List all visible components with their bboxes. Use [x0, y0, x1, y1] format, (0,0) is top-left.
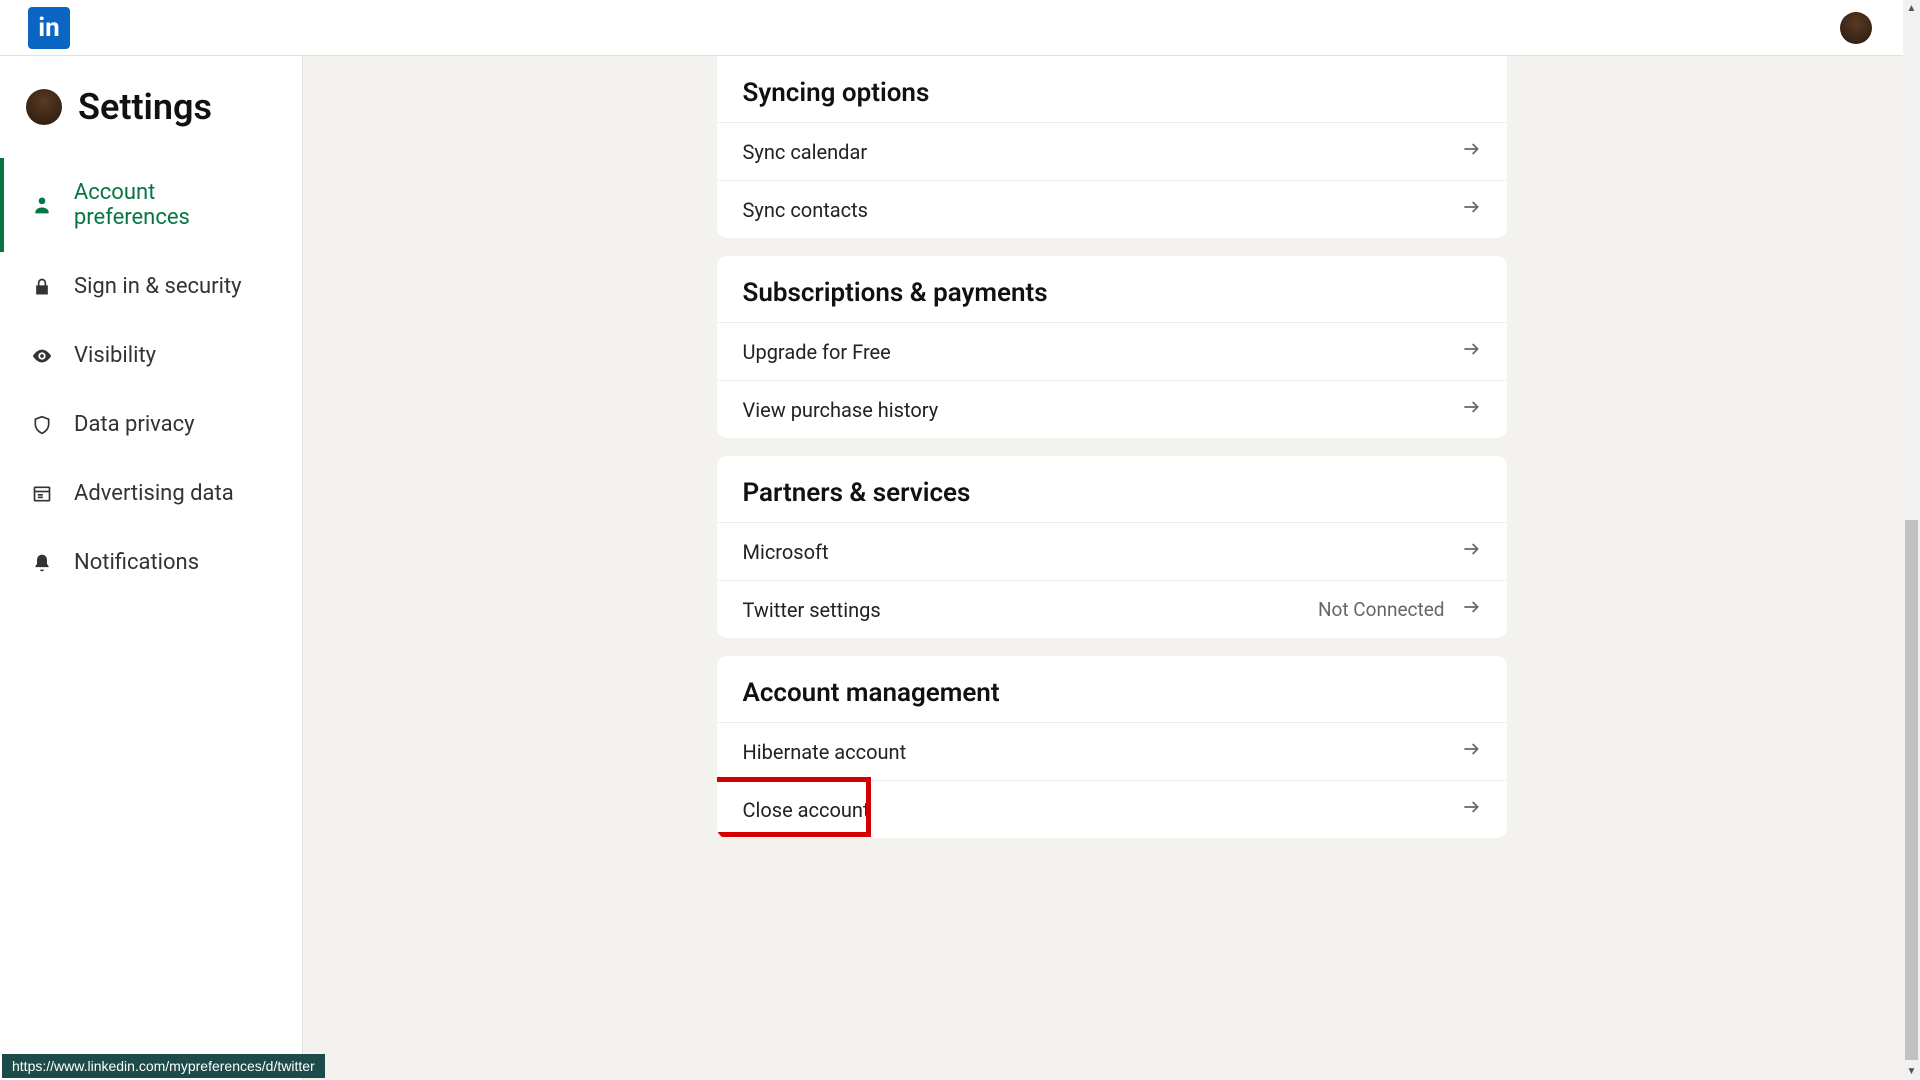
arrow-right-icon [1461, 739, 1481, 764]
logo-text: in [38, 13, 59, 43]
card-title: Account management [717, 656, 1507, 722]
card-partners-services: Partners & services Microsoft Twitter se… [717, 456, 1507, 638]
arrow-right-icon [1461, 197, 1481, 222]
newspaper-icon [30, 482, 54, 506]
eye-icon [30, 344, 54, 368]
row-view-purchase-history[interactable]: View purchase history [717, 380, 1507, 438]
sidebar-item-label: Advertising data [74, 481, 234, 506]
card-account-management: Account management Hibernate account Clo… [717, 656, 1507, 838]
card-subscriptions-payments: Subscriptions & payments Upgrade for Fre… [717, 256, 1507, 438]
sidebar-item-data-privacy[interactable]: Data privacy [0, 390, 302, 459]
sidebar-item-label: Notifications [74, 550, 199, 575]
row-label: Close account [743, 798, 870, 822]
row-label: Microsoft [743, 540, 829, 564]
sidebar-item-label: Sign in & security [74, 274, 242, 299]
bell-icon [30, 551, 54, 575]
row-twitter-settings[interactable]: Twitter settings Not Connected [717, 580, 1507, 638]
sidebar-item-label: Visibility [74, 343, 156, 368]
sidebar-item-account-preferences[interactable]: Account preferences [0, 158, 302, 252]
sidebar-item-notifications[interactable]: Notifications [0, 528, 302, 597]
content-column: Syncing options Sync calendar Sync conta… [717, 56, 1507, 838]
sidebar-item-label: Account preferences [74, 180, 276, 230]
avatar[interactable] [26, 89, 62, 125]
main-content: Syncing options Sync calendar Sync conta… [303, 56, 1920, 1080]
page-title: Settings [78, 86, 212, 128]
scroll-thumb[interactable] [1905, 520, 1918, 1060]
arrow-right-icon [1461, 339, 1481, 364]
linkedin-logo[interactable]: in [28, 7, 70, 49]
row-status: Not Connected [1318, 598, 1445, 621]
person-icon [30, 193, 54, 217]
card-title: Syncing options [717, 56, 1507, 122]
top-bar: in [0, 0, 1920, 56]
row-sync-calendar[interactable]: Sync calendar [717, 122, 1507, 180]
row-label: Sync contacts [743, 198, 869, 222]
row-label: Hibernate account [743, 740, 907, 764]
row-sync-contacts[interactable]: Sync contacts [717, 180, 1507, 238]
sidebar-item-advertising-data[interactable]: Advertising data [0, 459, 302, 528]
sidebar-item-label: Data privacy [74, 412, 195, 437]
card-title: Partners & services [717, 456, 1507, 522]
arrow-right-icon [1461, 597, 1481, 622]
scroll-down-arrow-icon[interactable]: ▼ [1903, 1063, 1920, 1080]
card-title: Subscriptions & payments [717, 256, 1507, 322]
row-label: Sync calendar [743, 140, 868, 164]
row-label: Twitter settings [743, 598, 881, 622]
lock-icon [30, 275, 54, 299]
row-close-account[interactable]: Close account [717, 780, 1507, 838]
scrollbar[interactable]: ▲ ▼ [1903, 0, 1920, 1080]
row-microsoft[interactable]: Microsoft [717, 522, 1507, 580]
row-label: View purchase history [743, 398, 939, 422]
arrow-right-icon [1461, 797, 1481, 822]
status-bar-url: https://www.linkedin.com/mypreferences/d… [2, 1054, 325, 1078]
arrow-right-icon [1461, 539, 1481, 564]
shield-icon [30, 413, 54, 437]
avatar[interactable] [1840, 12, 1872, 44]
row-label: Upgrade for Free [743, 340, 891, 364]
sidebar: Settings Account preferences Sign in & s… [0, 56, 303, 1080]
scroll-up-arrow-icon[interactable]: ▲ [1903, 0, 1920, 17]
arrow-right-icon [1461, 139, 1481, 164]
row-hibernate-account[interactable]: Hibernate account [717, 722, 1507, 780]
sidebar-header: Settings [0, 86, 302, 158]
arrow-right-icon [1461, 397, 1481, 422]
row-upgrade-for-free[interactable]: Upgrade for Free [717, 322, 1507, 380]
sidebar-item-signin-security[interactable]: Sign in & security [0, 252, 302, 321]
sidebar-item-visibility[interactable]: Visibility [0, 321, 302, 390]
card-syncing-options: Syncing options Sync calendar Sync conta… [717, 56, 1507, 238]
